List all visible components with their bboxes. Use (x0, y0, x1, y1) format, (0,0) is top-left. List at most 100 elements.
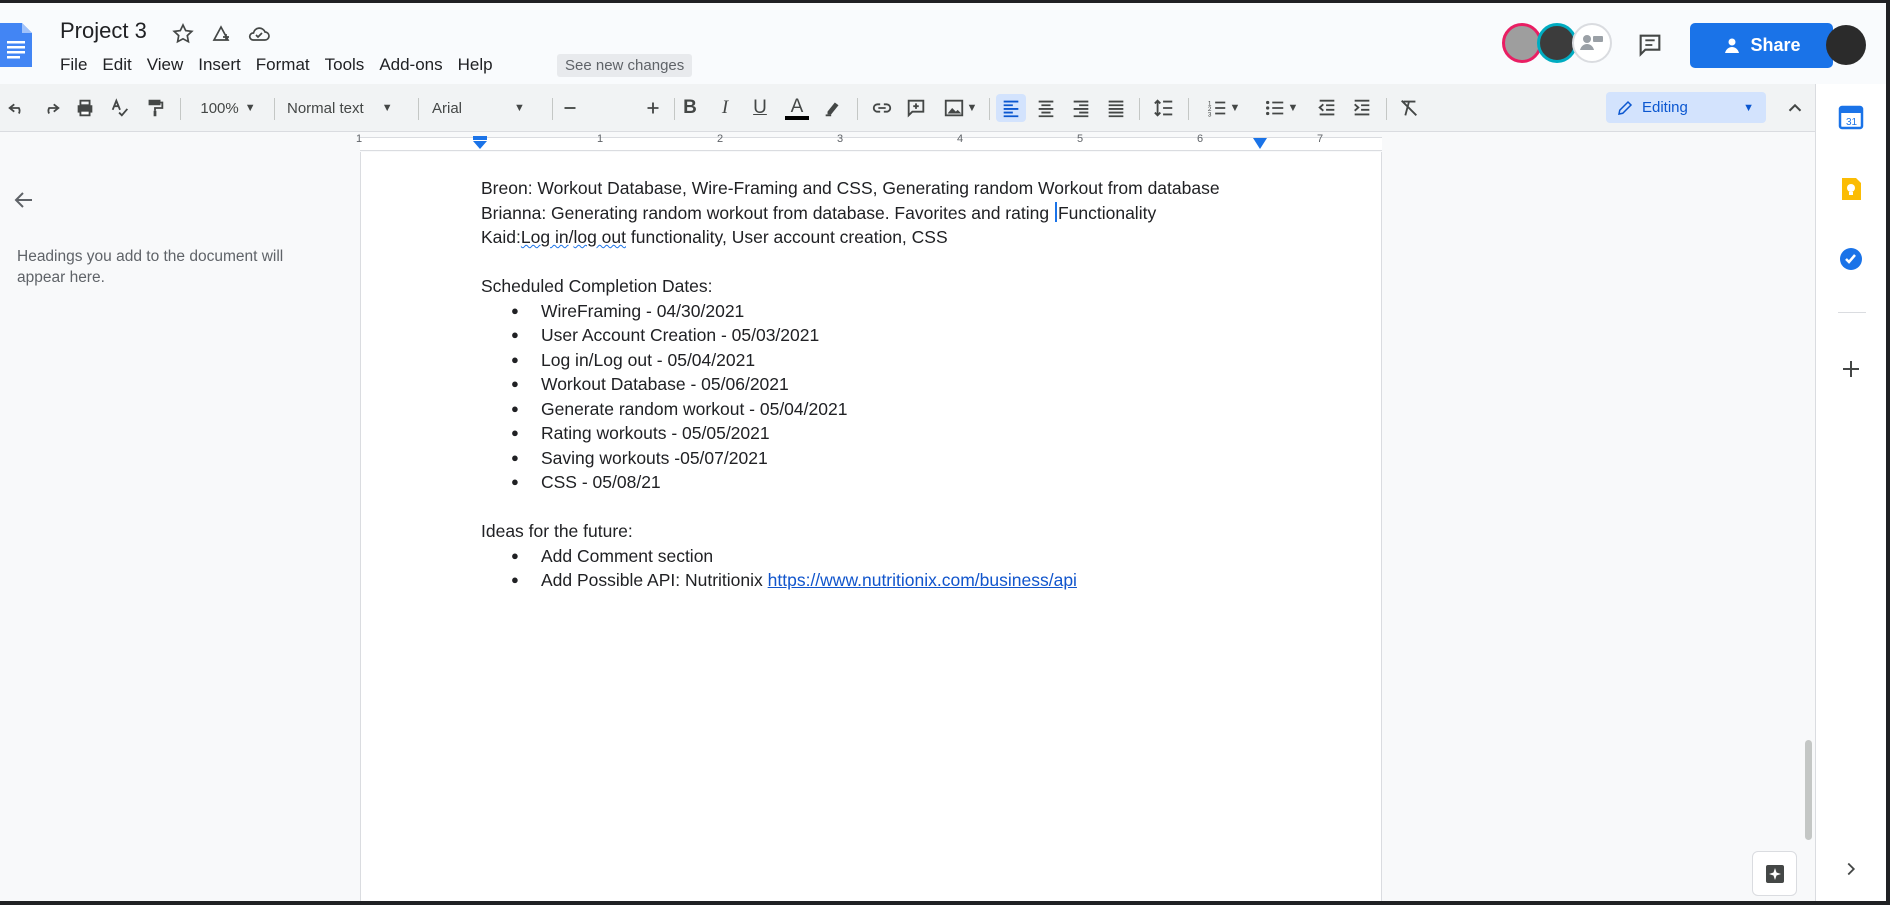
highlight-color-icon[interactable] (820, 94, 846, 122)
toolbar-separator (180, 98, 181, 120)
add-addon-icon[interactable] (1838, 356, 1864, 382)
font-family-select[interactable]: Arial ▼ (432, 94, 547, 122)
chevron-down-icon: ▼ (514, 102, 525, 114)
zoom-select[interactable]: 100% ▼ (193, 94, 263, 122)
collaborator-avatar[interactable] (1502, 23, 1542, 63)
chevron-down-icon: ▼ (1287, 102, 1299, 114)
menu-edit[interactable]: Edit (102, 53, 140, 77)
svg-text:31: 31 (1846, 117, 1858, 128)
paragraph-breon: Breon: Workout Database, Wire-Framing an… (481, 178, 1220, 198)
chevron-down-icon: ▼ (1229, 102, 1241, 114)
italic-icon[interactable]: I (712, 94, 738, 122)
toolbar-separator (857, 98, 858, 120)
window-border (1886, 0, 1890, 905)
redo-icon[interactable] (38, 94, 64, 122)
bulleted-list-icon[interactable]: ▼ (1258, 94, 1304, 122)
toolbar-separator (1188, 98, 1189, 120)
outline-placeholder: Headings you add to the document will ap… (17, 248, 284, 286)
line-spacing-icon[interactable] (1150, 94, 1178, 122)
undo-icon[interactable] (4, 94, 30, 122)
paragraph-style-value: Normal text (287, 99, 364, 117)
calendar-icon[interactable]: 31 (1838, 104, 1864, 130)
ruler-track[interactable] (360, 137, 1382, 151)
list-item: Rating workouts - 05/05/2021 (481, 421, 1301, 446)
menu-help[interactable]: Help (458, 53, 502, 77)
decrease-font-size-icon[interactable] (557, 94, 583, 122)
insert-image-icon[interactable]: ▼ (938, 94, 982, 122)
docs-logo-icon[interactable] (0, 23, 32, 67)
increase-font-size-icon[interactable] (640, 94, 666, 122)
kaid-prefix: Kaid: (481, 227, 521, 247)
decrease-indent-icon[interactable] (1314, 94, 1340, 122)
close-outline-icon[interactable] (12, 188, 36, 212)
list-item: Log in/Log out - 05/04/2021 (481, 348, 1301, 373)
list-item: WireFraming - 04/30/2021 (481, 299, 1301, 324)
ideas-heading: Ideas for the future: (481, 521, 633, 541)
menu-format[interactable]: Format (256, 53, 319, 77)
nutritionix-link[interactable]: https://www.nutritionix.com/business/api (768, 570, 1077, 590)
collaborator-avatar[interactable] (1537, 23, 1577, 63)
cloud-saved-icon[interactable] (247, 22, 271, 46)
ruler-number: 2 (717, 133, 724, 145)
account-avatar[interactable] (1826, 25, 1866, 65)
document-body[interactable]: Breon: Workout Database, Wire-Framing an… (481, 176, 1301, 593)
underline-icon[interactable]: U (747, 94, 773, 122)
menu-view[interactable]: View (147, 53, 193, 77)
chevron-right-icon[interactable] (1840, 858, 1862, 880)
clear-formatting-icon[interactable] (1396, 94, 1422, 122)
menu-bar: File Edit View Insert Format Tools Add-o… (60, 53, 508, 77)
spelling-suggestion[interactable]: log out (573, 227, 626, 247)
more-collaborators-icon[interactable] (1572, 23, 1612, 63)
numbered-list-icon[interactable]: 1 2 3 ▼ (1200, 94, 1246, 122)
menu-add-ons[interactable]: Add-ons (379, 53, 451, 77)
right-indent-marker-icon[interactable] (1252, 138, 1268, 150)
insert-link-icon[interactable] (868, 94, 896, 122)
align-left-icon[interactable] (996, 94, 1026, 122)
left-indent-marker-icon[interactable] (472, 136, 488, 150)
bold-icon[interactable]: B (677, 94, 703, 122)
text-color-icon[interactable]: A (783, 94, 811, 122)
collapse-menus-icon[interactable] (1782, 94, 1808, 122)
see-new-changes-button[interactable]: See new changes (557, 54, 693, 77)
spelling-suggestion[interactable]: Log in (521, 227, 569, 247)
toolbar: 100% ▼ Normal text ▼ Arial ▼ 1 1 B I U A ▼ 1… (0, 84, 1815, 206)
explore-button[interactable] (1752, 851, 1797, 896)
increase-indent-icon[interactable] (1349, 94, 1375, 122)
move-to-drive-icon[interactable] (209, 22, 233, 46)
editing-mode-select[interactable]: Editing ▼ (1606, 92, 1766, 123)
share-button[interactable]: Share (1690, 23, 1833, 68)
paint-format-icon[interactable] (142, 94, 168, 122)
ruler-number: 4 (957, 133, 964, 145)
menu-file[interactable]: File (60, 53, 96, 77)
window-border (0, 901, 1890, 905)
scrollbar-thumb[interactable] (1805, 740, 1812, 840)
people-icon (1725, 38, 1740, 53)
schedule-list: WireFraming - 04/30/2021 User Account Cr… (481, 299, 1301, 495)
explore-icon (1765, 864, 1784, 883)
document-title[interactable]: Project 3 (60, 18, 147, 44)
menu-tools[interactable]: Tools (325, 53, 374, 77)
print-icon[interactable] (72, 94, 98, 122)
comment-history-icon[interactable] (1636, 31, 1664, 59)
text-cursor (1054, 201, 1057, 222)
align-right-icon[interactable] (1068, 94, 1094, 122)
toolbar-separator (1139, 98, 1140, 120)
star-icon[interactable] (171, 22, 195, 46)
list-item: Workout Database - 05/06/2021 (481, 372, 1301, 397)
justify-icon[interactable] (1103, 94, 1129, 122)
align-center-icon[interactable] (1033, 94, 1059, 122)
tasks-icon[interactable] (1838, 246, 1864, 272)
keep-icon[interactable] (1838, 176, 1864, 202)
paragraph-brianna: Brianna: Generating random workout from … (481, 201, 1301, 226)
paragraph-style-select[interactable]: Normal text ▼ (287, 94, 407, 122)
add-comment-icon[interactable] (903, 94, 929, 122)
menu-insert[interactable]: Insert (198, 53, 250, 77)
ruler-number: 6 (1197, 133, 1204, 145)
list-item: Add Comment section (481, 544, 1301, 569)
paragraph-kaid: Kaid:Log in/log out functionality, User … (481, 225, 1301, 250)
toolbar-separator (674, 98, 675, 120)
spellcheck-icon[interactable] (107, 94, 133, 122)
chevron-down-icon: ▼ (966, 102, 978, 114)
list-item: Saving workouts -05/07/2021 (481, 446, 1301, 471)
